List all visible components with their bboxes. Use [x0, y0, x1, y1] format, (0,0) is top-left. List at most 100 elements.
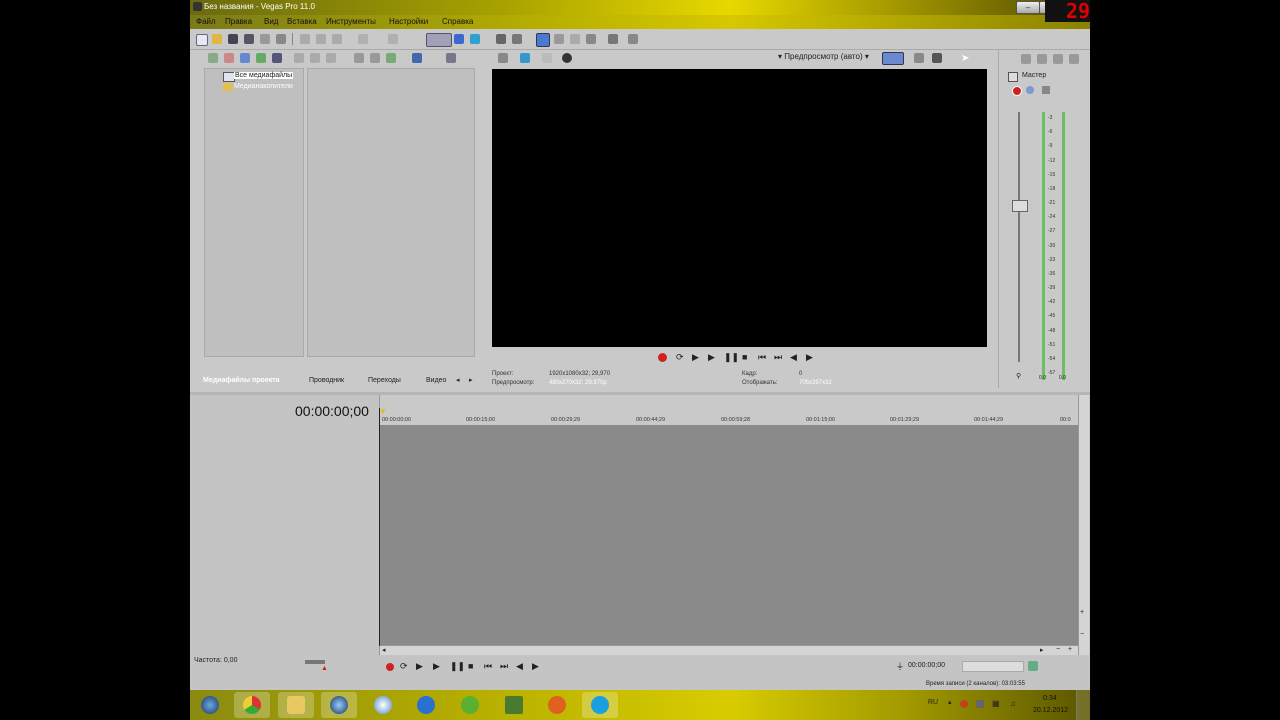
clock-date[interactable]: 20.12.2012	[1033, 707, 1068, 714]
scroll-left-icon[interactable]: ◂	[382, 646, 386, 654]
prev-frame-icon[interactable]: ◀	[790, 352, 797, 363]
taskbar-media-player[interactable]	[321, 692, 357, 718]
zoom-search-icon[interactable]	[446, 53, 456, 63]
menu-help[interactable]: Справка	[442, 17, 473, 26]
playhead[interactable]	[379, 408, 380, 646]
help-pointer-icon[interactable]	[628, 34, 638, 44]
envelope-tool-icon[interactable]	[454, 34, 464, 44]
play-icon[interactable]: ▶	[433, 661, 440, 672]
language-indicator[interactable]: RU	[928, 699, 938, 706]
record-icon[interactable]	[386, 663, 394, 671]
edit-tool-icon[interactable]	[426, 33, 452, 47]
remove-media-icon[interactable]	[294, 53, 304, 63]
overlays-icon[interactable]	[882, 52, 904, 65]
master-fader[interactable]	[1012, 200, 1028, 212]
zoom-out-horizontal-icon[interactable]: −	[1056, 646, 1060, 653]
tray-app-icon[interactable]	[960, 700, 968, 708]
menu-view[interactable]: Вид	[264, 17, 278, 26]
mixer-properties-icon[interactable]	[1021, 54, 1031, 64]
pause-icon[interactable]: ❚❚	[450, 661, 465, 672]
split-screen-icon[interactable]	[542, 53, 552, 63]
media-list-panel[interactable]	[307, 68, 475, 357]
clock-time[interactable]: 0:34	[1043, 695, 1057, 702]
timeline-area[interactable]	[380, 425, 1080, 645]
tab-video-fx[interactable]: Видео	[426, 377, 446, 384]
taskbar-chrome[interactable]	[234, 692, 270, 718]
record-icon[interactable]	[658, 353, 667, 362]
ripple-icon[interactable]	[570, 34, 580, 44]
stop-media-icon[interactable]	[370, 53, 380, 63]
open-folder-icon[interactable]	[212, 34, 222, 44]
import-media-icon[interactable]	[208, 53, 218, 63]
search-media-icon[interactable]	[272, 53, 282, 63]
go-to-end-icon[interactable]: ⏭	[500, 661, 508, 672]
taskbar-skype[interactable]	[582, 692, 618, 718]
play-icon[interactable]: ▶	[708, 352, 715, 363]
prev-frame-icon[interactable]: ◀	[516, 661, 523, 672]
tab-transitions[interactable]: Переходы	[368, 377, 401, 384]
media-generators-icon[interactable]	[326, 53, 336, 63]
network-icon[interactable]: ▦	[992, 699, 1000, 708]
new-project-icon[interactable]	[196, 34, 208, 46]
master-mute-icon[interactable]	[1026, 86, 1034, 94]
zoom-out-icon[interactable]: −	[1080, 631, 1084, 638]
auto-crossfade-icon[interactable]	[554, 34, 564, 44]
ignore-grouping-icon[interactable]	[608, 34, 618, 44]
menu-insert[interactable]: Вставка	[287, 17, 317, 26]
save-icon[interactable]	[228, 34, 238, 44]
media-fx-icon[interactable]	[310, 53, 320, 63]
minimize-button[interactable]: –	[1016, 1, 1040, 14]
go-to-start-icon[interactable]: ⏮	[758, 352, 766, 363]
pause-icon[interactable]: ❚❚	[724, 352, 739, 363]
go-to-start-icon[interactable]: ⏮	[484, 661, 492, 672]
save-snapshot-icon[interactable]	[932, 53, 942, 63]
split-icon[interactable]	[512, 34, 522, 44]
video-fx-icon[interactable]	[562, 53, 572, 63]
tab-scroll-left-icon[interactable]: ◂	[456, 376, 460, 384]
taskbar-browser[interactable]	[539, 692, 575, 718]
stop-icon[interactable]: ■	[742, 352, 747, 362]
taskbar-itunes[interactable]	[365, 692, 401, 718]
lock-envelopes-icon[interactable]	[586, 34, 596, 44]
copy-icon[interactable]	[316, 34, 326, 44]
go-to-end-icon[interactable]: ⏭	[774, 352, 782, 363]
menu-file[interactable]: Файл	[196, 17, 216, 26]
menu-edit[interactable]: Правка	[225, 17, 252, 26]
external-monitor-icon[interactable]	[520, 53, 530, 63]
views-icon[interactable]	[412, 53, 422, 63]
record-options-icon[interactable]	[1028, 661, 1038, 671]
video-preview[interactable]	[492, 69, 987, 347]
lock-fader-icon[interactable]: ⚲	[1016, 372, 1021, 380]
capture-video-icon[interactable]	[224, 53, 234, 63]
selection-tool-icon[interactable]	[470, 34, 480, 44]
undo-icon[interactable]	[358, 34, 368, 44]
properties-icon[interactable]	[276, 34, 286, 44]
show-desktop-button[interactable]	[1076, 690, 1090, 720]
tree-item-media-bins[interactable]: Медианакопители	[234, 83, 293, 90]
play-from-start-icon[interactable]: ▶	[692, 352, 699, 363]
copy-snapshot-icon[interactable]	[914, 53, 924, 63]
refresh-icon[interactable]	[256, 53, 266, 63]
taskbar-utorrent[interactable]	[452, 692, 488, 718]
tab-project-media[interactable]: Медиафайлы проекта	[203, 377, 280, 384]
mixer-dim-icon[interactable]	[1069, 54, 1079, 64]
cut-icon[interactable]	[300, 34, 310, 44]
zoom-tool-icon[interactable]	[496, 34, 506, 44]
stop-icon[interactable]: ■	[468, 661, 473, 671]
volume-icon[interactable]: ♫	[1010, 699, 1016, 708]
next-frame-icon[interactable]: ▶	[806, 352, 813, 363]
tab-explorer[interactable]: Проводник	[309, 377, 344, 384]
show-hidden-icons-icon[interactable]: ▴	[948, 698, 952, 706]
redo-icon[interactable]	[388, 34, 398, 44]
scroll-right-icon[interactable]: ▸	[1040, 646, 1044, 654]
zoom-in-icon[interactable]: +	[1080, 609, 1084, 616]
menu-tools[interactable]: Инструменты	[326, 17, 376, 26]
zoom-in-horizontal-icon[interactable]: +	[1068, 646, 1072, 653]
tree-item-all-media[interactable]: Все медиафайлы	[234, 72, 294, 79]
loop-icon[interactable]: ⟳	[676, 352, 684, 363]
vertical-scrollbar[interactable]: + −	[1078, 395, 1089, 655]
taskbar-thunder[interactable]	[408, 692, 444, 718]
render-icon[interactable]	[260, 34, 270, 44]
tab-scroll-right-icon[interactable]: ▸	[469, 376, 473, 384]
snapping-icon[interactable]	[536, 33, 550, 47]
